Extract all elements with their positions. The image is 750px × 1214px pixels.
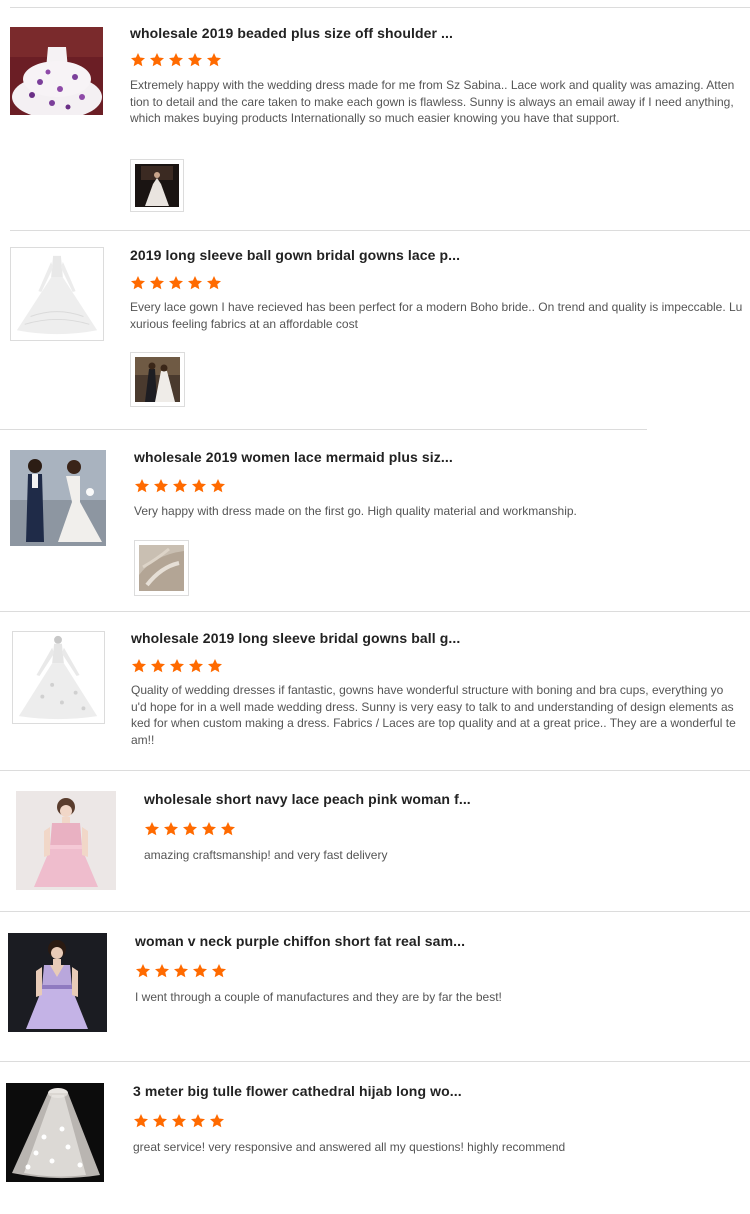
star-icon: [192, 963, 208, 979]
star-icon: [149, 275, 165, 291]
star-icon: [182, 821, 198, 837]
star-rating: [144, 821, 236, 839]
review-comment: Extremely happy with the wedding dress m…: [130, 78, 735, 125]
star-icon: [172, 478, 188, 494]
star-icon: [187, 275, 203, 291]
star-icon: [134, 478, 150, 494]
star-icon: [163, 821, 179, 837]
review-comment: Every lace gown I have recieved has been…: [130, 300, 743, 331]
product-title[interactable]: wholesale 2019 beaded plus size off shou…: [130, 25, 453, 41]
product-image[interactable]: [12, 631, 105, 724]
review-comment: amazing craftsmanship! and very fast del…: [144, 848, 388, 862]
star-icon: [207, 658, 223, 674]
divider: [0, 770, 750, 771]
star-icon: [220, 821, 236, 837]
product-image[interactable]: [10, 27, 103, 115]
divider: [0, 429, 647, 430]
star-icon: [209, 1113, 225, 1129]
star-icon: [144, 821, 160, 837]
product-image[interactable]: [10, 247, 104, 341]
product-image[interactable]: [8, 933, 107, 1032]
star-icon: [152, 1113, 168, 1129]
star-rating: [134, 478, 226, 496]
star-icon: [173, 963, 189, 979]
divider: [0, 611, 750, 612]
star-icon: [130, 275, 146, 291]
star-icon: [168, 52, 184, 68]
review-comment: Very happy with dress made on the first …: [134, 504, 577, 518]
star-icon: [153, 478, 169, 494]
review-comment: great service! very responsive and answe…: [133, 1140, 566, 1154]
star-rating: [131, 658, 223, 676]
star-icon: [150, 658, 166, 674]
star-icon: [188, 658, 204, 674]
star-icon: [133, 1113, 149, 1129]
star-rating: [133, 1113, 225, 1131]
review-photo[interactable]: [134, 540, 189, 596]
star-icon: [149, 52, 165, 68]
star-icon: [131, 658, 147, 674]
star-icon: [206, 275, 222, 291]
star-icon: [190, 1113, 206, 1129]
star-icon: [130, 52, 146, 68]
star-icon: [206, 52, 222, 68]
star-icon: [187, 52, 203, 68]
star-icon: [135, 963, 151, 979]
star-icon: [191, 478, 207, 494]
product-image[interactable]: [10, 450, 106, 546]
star-icon: [168, 275, 184, 291]
review-comment: I went through a couple of manufactures …: [135, 990, 502, 1004]
divider: [0, 911, 750, 912]
star-icon: [154, 963, 170, 979]
star-icon: [171, 1113, 187, 1129]
divider: [0, 1061, 750, 1062]
product-image[interactable]: [16, 791, 116, 890]
product-image[interactable]: [6, 1083, 104, 1182]
product-title[interactable]: wholesale 2019 long sleeve bridal gowns …: [131, 630, 460, 646]
product-title[interactable]: 3 meter big tulle flower cathedral hijab…: [133, 1083, 462, 1099]
divider: [10, 7, 750, 8]
divider: [10, 230, 750, 231]
product-title[interactable]: wholesale 2019 women lace mermaid plus s…: [134, 449, 453, 465]
star-rating: [135, 963, 227, 981]
star-icon: [211, 963, 227, 979]
product-title[interactable]: 2019 long sleeve ball gown bridal gowns …: [130, 247, 460, 263]
star-icon: [169, 658, 185, 674]
review-photo[interactable]: [130, 159, 184, 212]
review-comment: Quality of wedding dresses if fantastic,…: [131, 683, 736, 747]
product-title[interactable]: wholesale short navy lace peach pink wom…: [144, 791, 471, 807]
product-title[interactable]: woman v neck purple chiffon short fat re…: [135, 933, 465, 949]
star-icon: [210, 478, 226, 494]
star-rating: [130, 275, 222, 293]
star-icon: [201, 821, 217, 837]
review-photo[interactable]: [130, 352, 185, 407]
star-rating: [130, 52, 222, 70]
